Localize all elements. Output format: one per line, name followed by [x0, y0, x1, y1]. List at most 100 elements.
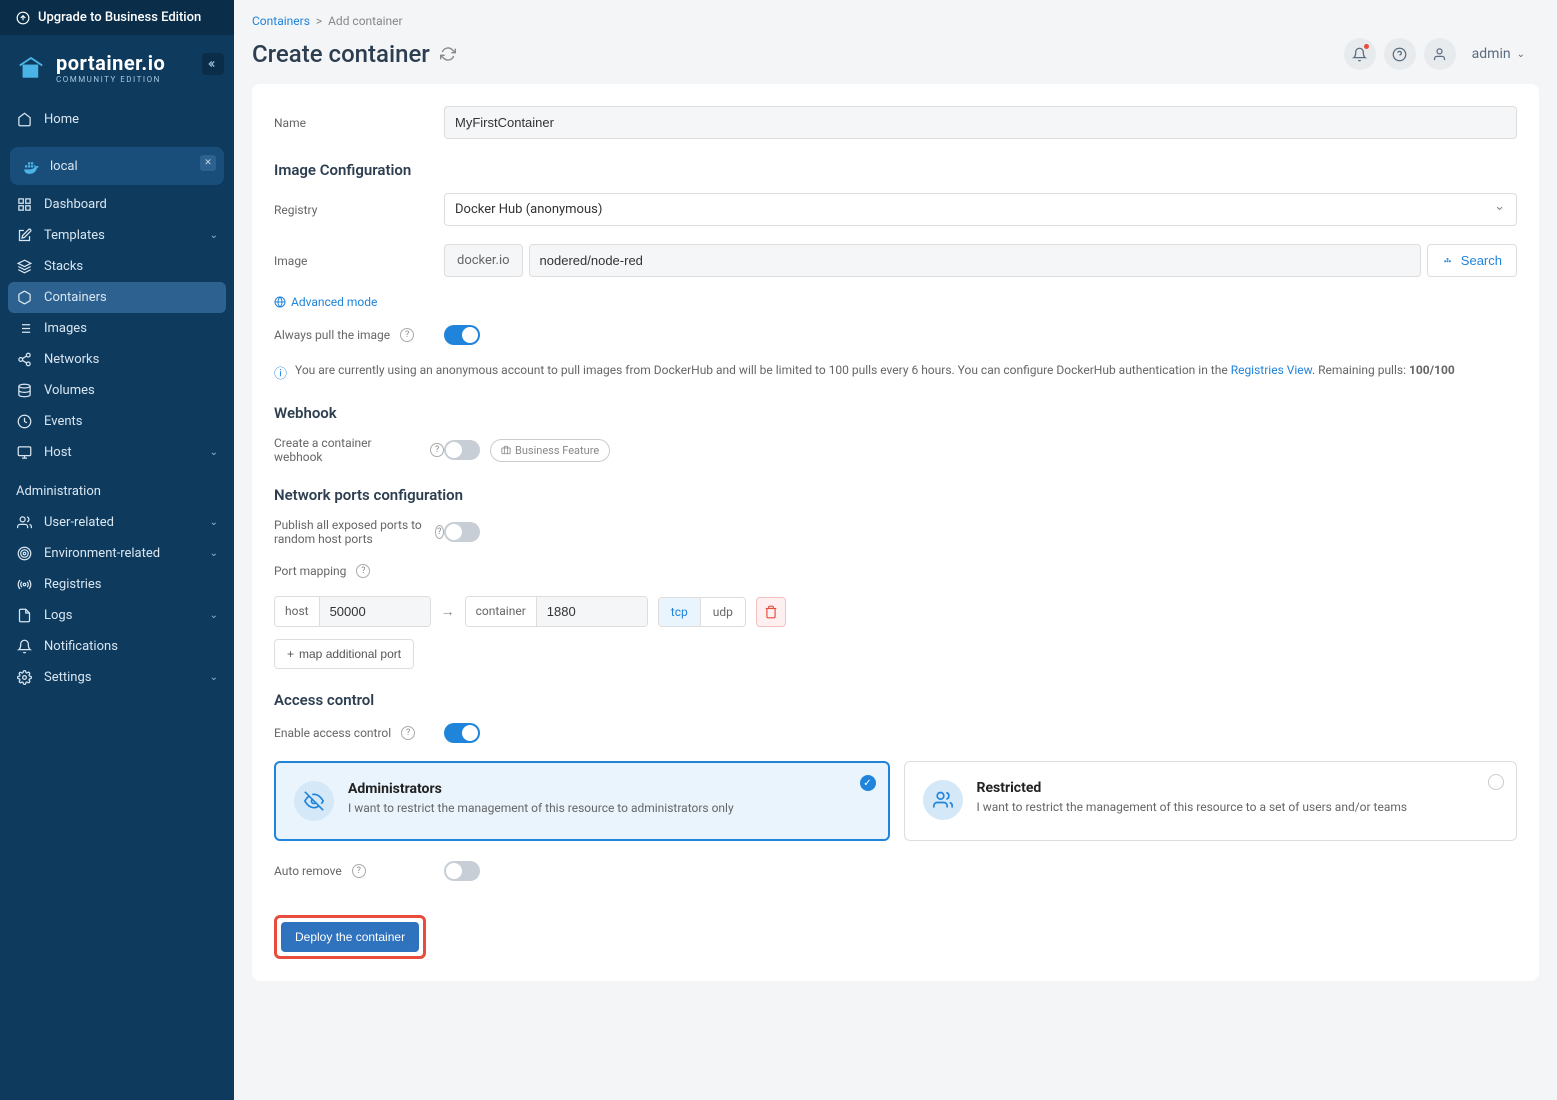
name-label: Name — [274, 116, 444, 130]
nav-notifications[interactable]: Notifications — [0, 631, 234, 662]
form-card: Name Image Configuration Registry Docker… — [252, 84, 1539, 981]
radio-empty-icon — [1488, 774, 1504, 790]
help-icon[interactable]: ? — [435, 525, 444, 539]
list-icon — [16, 321, 32, 336]
nav-user-related[interactable]: User-related ⌄ — [0, 507, 234, 538]
image-input[interactable] — [529, 244, 1421, 277]
nav-label: Dashboard — [44, 197, 107, 212]
logo-text: portainer.io — [56, 51, 165, 75]
help-icon[interactable]: ? — [401, 726, 415, 740]
nav-label: Logs — [44, 608, 72, 623]
sidebar: Upgrade to Business Edition portainer.io… — [0, 0, 234, 1100]
docker-small-icon — [1442, 254, 1456, 268]
registries-view-link[interactable]: Registries View — [1231, 363, 1312, 377]
help-icon[interactable]: ? — [352, 864, 366, 878]
nav-label: Registries — [44, 577, 102, 592]
page-title: Create container — [252, 40, 456, 68]
always-pull-toggle[interactable] — [444, 325, 480, 345]
nav-label: Templates — [44, 228, 105, 243]
chevron-down-icon: ⌄ — [210, 672, 218, 683]
share-icon — [16, 352, 32, 367]
portainer-logo-icon — [16, 53, 46, 83]
check-icon: ✓ — [860, 775, 876, 791]
image-prefix: docker.io — [444, 244, 523, 277]
edit-icon — [16, 228, 32, 243]
chevron-down-icon: ⌄ — [210, 517, 218, 528]
image-label: Image — [274, 254, 444, 268]
nav-stacks[interactable]: Stacks — [0, 251, 234, 282]
access-control-toggle[interactable] — [444, 723, 480, 743]
port-mapping-label: Port mapping — [274, 564, 346, 578]
help-icon[interactable]: ? — [430, 443, 444, 457]
environment-badge[interactable]: local ✕ — [10, 147, 224, 185]
image-config-heading: Image Configuration — [274, 161, 1517, 179]
users-group-icon — [923, 780, 963, 820]
search-image-button[interactable]: Search — [1427, 244, 1517, 277]
advanced-mode-link[interactable]: Advanced mode — [274, 295, 377, 309]
nav-label: Stacks — [44, 259, 83, 274]
nav-label: Images — [44, 321, 87, 336]
access-admin-desc: I want to restrict the management of thi… — [348, 801, 734, 815]
nav-environment-related[interactable]: Environment-related ⌄ — [0, 538, 234, 569]
host-port-input[interactable] — [320, 597, 430, 626]
nav-home[interactable]: Home — [0, 104, 234, 135]
nav-label: Volumes — [44, 383, 95, 398]
udp-button[interactable]: udp — [700, 598, 745, 626]
globe-icon — [274, 296, 286, 308]
deploy-button[interactable]: Deploy the container — [281, 922, 419, 952]
layers-icon — [16, 259, 32, 274]
nav-host[interactable]: Host ⌄ — [0, 437, 234, 468]
add-port-button[interactable]: + map additional port — [274, 639, 414, 669]
users-icon — [16, 515, 32, 530]
nav-events[interactable]: Events — [0, 406, 234, 437]
nav-containers[interactable]: Containers — [8, 282, 226, 313]
breadcrumb-current: Add container — [328, 14, 403, 28]
nav-settings[interactable]: Settings ⌄ — [0, 662, 234, 693]
pull-info: ⓘ You are currently using an anonymous a… — [274, 363, 1517, 382]
notification-dot-icon — [1364, 44, 1369, 49]
nav-label: Events — [44, 414, 82, 429]
nav-templates[interactable]: Templates ⌄ — [0, 220, 234, 251]
arrow-up-circle-icon — [16, 11, 30, 25]
name-input[interactable] — [444, 106, 1517, 139]
auto-remove-toggle[interactable] — [444, 861, 480, 881]
info-icon: ⓘ — [274, 363, 287, 382]
nav-volumes[interactable]: Volumes — [0, 375, 234, 406]
help-icon[interactable]: ? — [356, 564, 370, 578]
nav-label: Settings — [44, 670, 91, 685]
nav-label: Notifications — [44, 639, 118, 654]
database-icon — [16, 383, 32, 398]
breadcrumb-parent-link[interactable]: Containers — [252, 14, 310, 28]
container-port-input[interactable] — [537, 597, 647, 626]
nav-dashboard[interactable]: Dashboard — [0, 189, 234, 220]
user-menu[interactable]: admin ⌄ — [1464, 42, 1533, 66]
refresh-button[interactable] — [440, 46, 456, 62]
help-button[interactable] — [1384, 38, 1416, 70]
breadcrumb-sep: > — [316, 14, 322, 28]
collapse-sidebar-button[interactable] — [202, 53, 224, 75]
access-card-administrators[interactable]: Administrators I want to restrict the ma… — [274, 761, 890, 841]
port-mapping-row: host → container tcp udp — [274, 596, 1517, 627]
nav-networks[interactable]: Networks — [0, 344, 234, 375]
nav-label: Containers — [44, 290, 107, 305]
upgrade-banner[interactable]: Upgrade to Business Edition — [0, 0, 234, 35]
nav-registries[interactable]: Registries — [0, 569, 234, 600]
close-environment-button[interactable]: ✕ — [200, 155, 216, 171]
publish-ports-toggle[interactable] — [444, 522, 480, 542]
nav-images[interactable]: Images — [0, 313, 234, 344]
delete-port-button[interactable] — [756, 597, 786, 627]
help-icon[interactable]: ? — [400, 328, 414, 342]
box-icon — [16, 290, 32, 305]
webhook-toggle[interactable] — [444, 440, 480, 460]
home-icon — [16, 112, 32, 127]
tcp-button[interactable]: tcp — [659, 598, 700, 626]
registry-select[interactable]: Docker Hub (anonymous) — [444, 193, 1517, 226]
logo: portainer.io COMMUNITY EDITION — [0, 35, 234, 100]
docker-icon — [22, 157, 40, 175]
protocol-selector: tcp udp — [658, 597, 746, 627]
bell-icon — [16, 639, 32, 654]
notifications-button[interactable] — [1344, 38, 1376, 70]
access-card-restricted[interactable]: Restricted I want to restrict the manage… — [904, 761, 1518, 841]
nav-logs[interactable]: Logs ⌄ — [0, 600, 234, 631]
user-avatar-button[interactable] — [1424, 38, 1456, 70]
